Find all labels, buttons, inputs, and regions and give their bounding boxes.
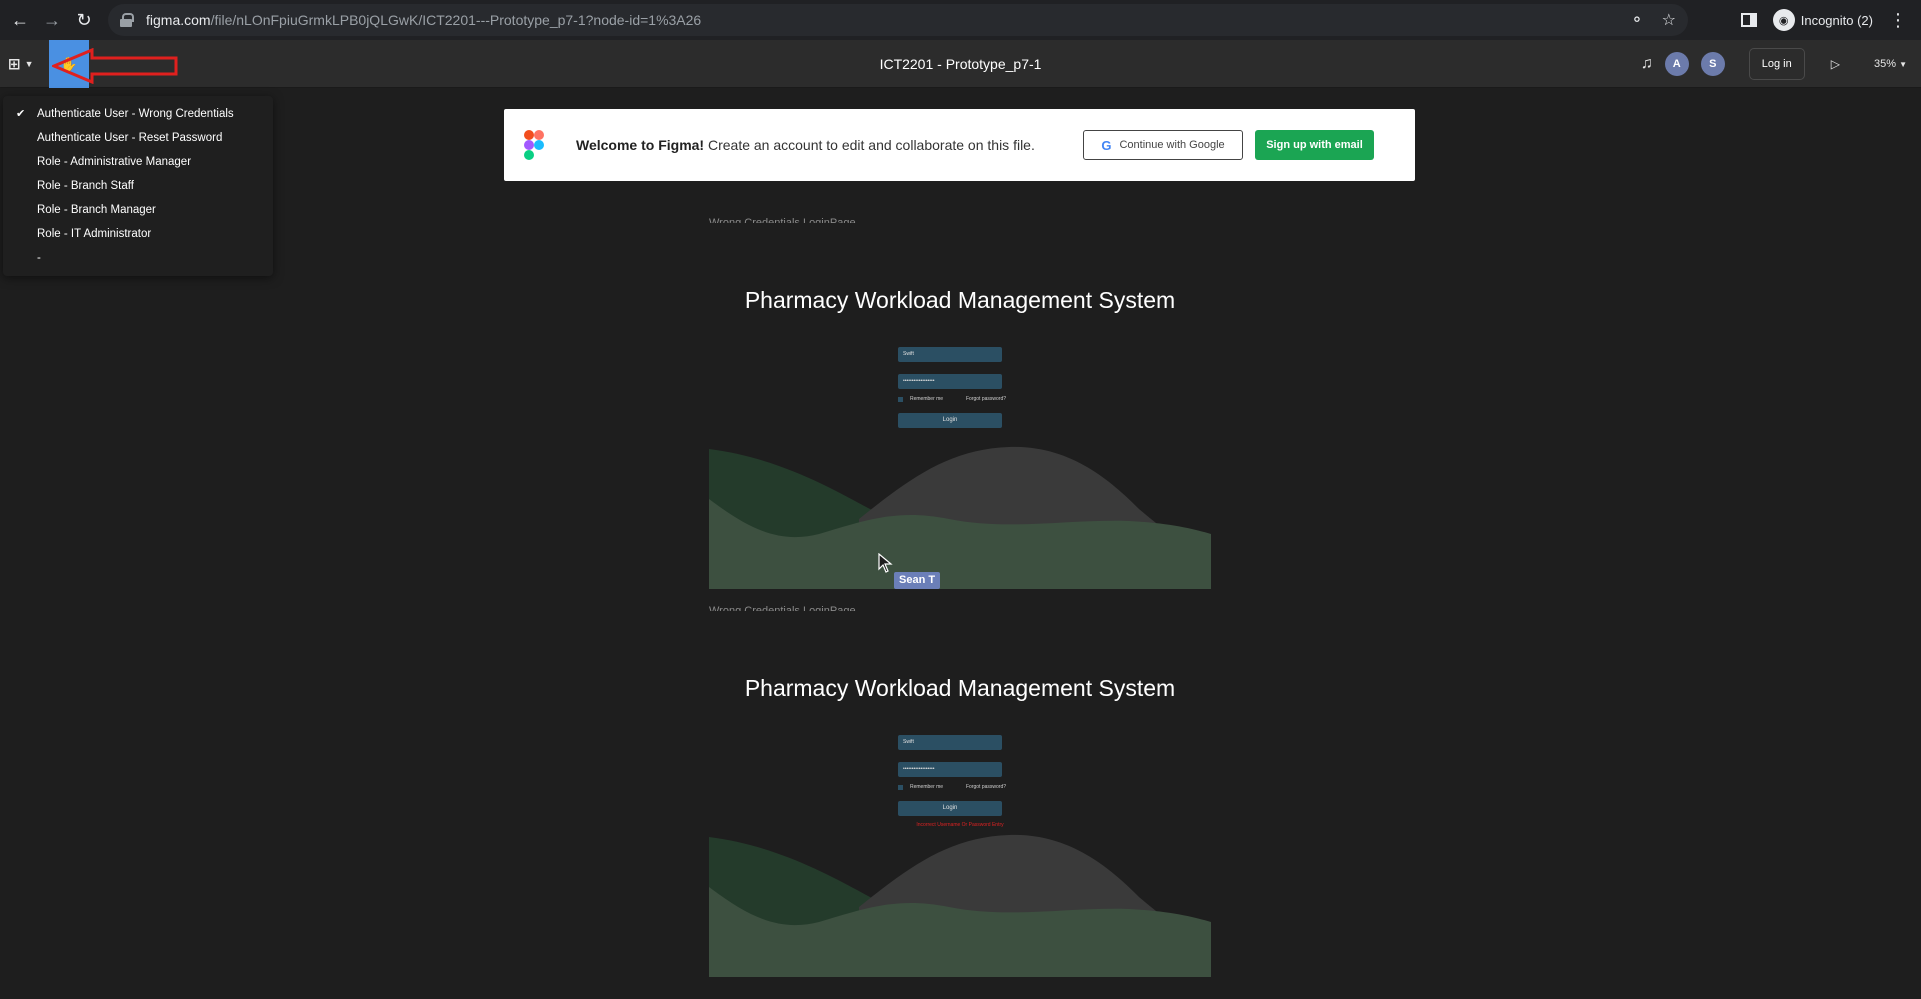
star-icon[interactable]: ☆: [1662, 10, 1676, 30]
flow-menu-label: -: [37, 252, 41, 264]
incognito-label: Incognito (2): [1800, 12, 1873, 28]
zoom-dropdown[interactable]: 35% ▼: [1874, 58, 1907, 70]
incognito-icon: ◉: [1772, 9, 1795, 31]
remember-checkbox[interactable]: [898, 784, 903, 790]
continue-with-google-button[interactable]: G Continue with Google: [1083, 130, 1243, 160]
login-frame: Pharmacy Workload Management System Swif…: [709, 611, 1211, 977]
flow-menu-item[interactable]: ✔ Authenticate User - Wrong Credentials: [3, 102, 273, 126]
password-field[interactable]: ••••••••••••••••••: [898, 374, 1002, 389]
wave-decoration: [709, 446, 1211, 589]
avatar[interactable]: S: [1700, 52, 1725, 76]
flow-menu-label: Authenticate User - Reset Password: [37, 132, 223, 144]
zoom-label: 35%: [1873, 58, 1897, 70]
login-button[interactable]: Login: [898, 801, 1002, 816]
login-frame: Pharmacy Workload Management System Swif…: [709, 223, 1211, 589]
chevron-down-icon: ▼: [1899, 60, 1907, 69]
remember-me[interactable]: Remember me: [898, 784, 943, 790]
flow-menu-item[interactable]: Role - Branch Staff: [3, 174, 273, 198]
url-host: figma.com: [146, 12, 211, 28]
flow-menu-item[interactable]: -: [3, 246, 273, 270]
welcome-heading: Welcome to Figma!: [576, 137, 705, 153]
welcome-body: Create an account to edit and collaborat…: [704, 137, 1035, 153]
remember-checkbox[interactable]: [898, 396, 903, 402]
figma-menu-icon: ⊞: [8, 56, 21, 73]
remember-label: Remember me: [910, 396, 944, 402]
back-icon[interactable]: ←: [4, 4, 36, 36]
forgot-password-link[interactable]: Forgot password?: [966, 396, 1006, 402]
flow-menu-toggle[interactable]: ⊞ ▼: [8, 52, 34, 76]
remember-label: Remember me: [910, 784, 944, 790]
chevron-down-icon: ▼: [24, 59, 34, 69]
frame-title: Pharmacy Workload Management System: [744, 287, 1176, 313]
url-path: /file/nLOnFpiuGrmkLPB0jQLGwK/ICT2201---P…: [210, 12, 702, 28]
flow-menu-label: Role - Branch Staff: [37, 180, 134, 192]
frame-title: Pharmacy Workload Management System: [744, 675, 1176, 701]
figma-logo-icon: [524, 130, 544, 160]
avatar[interactable]: A: [1664, 52, 1689, 76]
google-icon: G: [1101, 137, 1112, 153]
flow-menu-item[interactable]: Role - IT Administrator: [3, 222, 273, 246]
headphones-icon[interactable]: ♫: [1641, 55, 1653, 73]
flow-menu-item[interactable]: Role - Administrative Manager: [3, 150, 273, 174]
welcome-message: Welcome to Figma! Create an account to e…: [576, 109, 1035, 181]
welcome-banner: Welcome to Figma! Create an account to e…: [504, 109, 1415, 181]
flow-menu-label: Role - Administrative Manager: [37, 156, 192, 168]
play-icon[interactable]: ▷: [1831, 57, 1840, 71]
forgot-password-link[interactable]: Forgot password?: [966, 784, 1006, 790]
flow-menu: ✔ Authenticate User - Wrong Credentials A…: [3, 96, 273, 276]
figma-toolbar: [0, 40, 1921, 88]
username-field[interactable]: Swift: [898, 735, 1002, 750]
flow-menu-item[interactable]: Authenticate User - Reset Password: [3, 126, 273, 150]
lock-icon: [120, 13, 134, 27]
google-button-label: Continue with Google: [1119, 139, 1225, 151]
side-panel-icon[interactable]: [1740, 13, 1757, 27]
forward-icon[interactable]: →: [36, 4, 68, 36]
flow-menu-label: Authenticate User - Wrong Credentials: [37, 108, 234, 120]
log-in-button[interactable]: Log in: [1748, 48, 1805, 80]
username-field[interactable]: Swift: [898, 347, 1002, 362]
wave-decoration: [709, 834, 1211, 977]
remember-me[interactable]: Remember me: [898, 396, 943, 402]
checkmark-icon: ✔: [16, 108, 26, 120]
red-arrow-annotation: [52, 48, 178, 84]
login-button[interactable]: Login: [898, 413, 1002, 428]
chrome-menu-icon[interactable]: ⋮: [1889, 11, 1907, 29]
flow-menu-label: Role - IT Administrator: [37, 228, 152, 240]
cursor-icon: [878, 553, 893, 573]
incognito-profile[interactable]: ◉ Incognito (2): [1772, 9, 1873, 31]
address-bar[interactable]: figma.com/file/nLOnFpiuGrmkLPB0jQLGwK/IC…: [108, 4, 1688, 36]
flow-menu-item[interactable]: Role - Branch Manager: [3, 198, 273, 222]
browser-toolbar: ← → ↻ figma.com/file/nLOnFpiuGrmkLPB0jQL…: [0, 0, 1921, 40]
password-field[interactable]: ••••••••••••••••••: [898, 762, 1002, 777]
cursor-name-tag: Sean T: [894, 572, 941, 589]
flow-menu-label: Role - Branch Manager: [37, 204, 156, 216]
sign-up-email-button[interactable]: Sign up with email: [1255, 130, 1374, 160]
reload-icon[interactable]: ↻: [68, 4, 100, 36]
eye-off-icon[interactable]: ⚬: [1630, 10, 1643, 30]
